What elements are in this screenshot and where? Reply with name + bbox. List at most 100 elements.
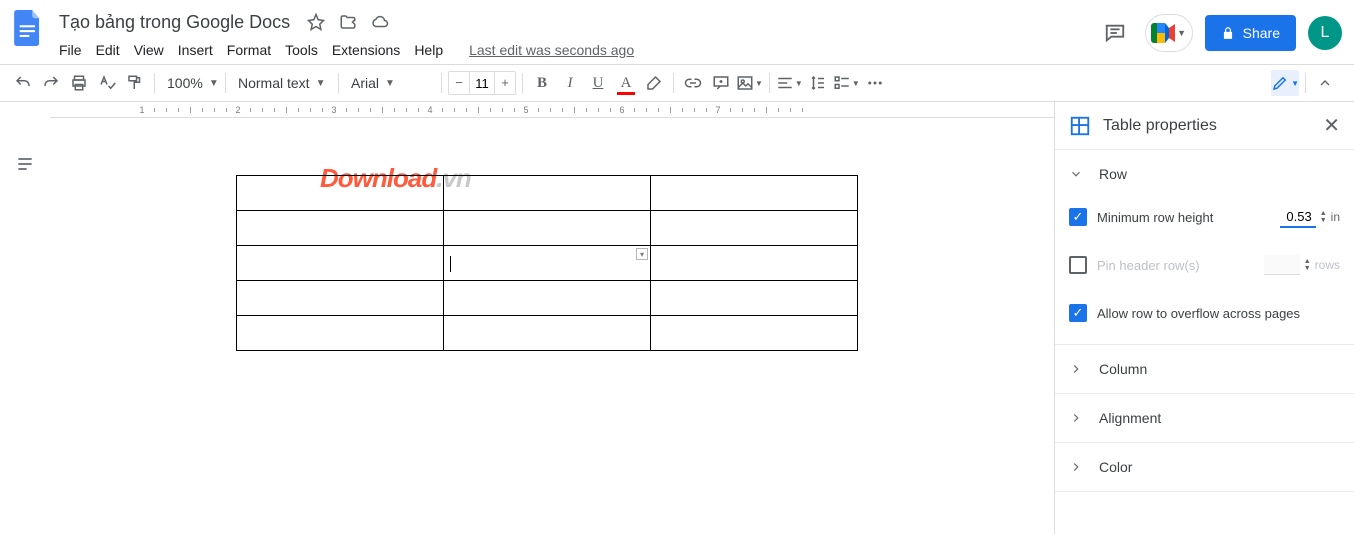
row-pin-header: Pin header row(s) ▲▼ rows bbox=[1069, 250, 1340, 280]
section-alignment-header[interactable]: Alignment bbox=[1055, 394, 1354, 442]
add-comment-icon[interactable] bbox=[708, 70, 734, 96]
share-button[interactable]: Share bbox=[1205, 15, 1296, 51]
redo-icon[interactable] bbox=[38, 70, 64, 96]
table-row[interactable] bbox=[237, 211, 858, 246]
text-color-icon[interactable]: A bbox=[613, 70, 639, 96]
more-icon[interactable] bbox=[862, 70, 888, 96]
font-size-group: − + bbox=[448, 71, 516, 95]
table-row[interactable]: ▾ bbox=[237, 246, 858, 281]
docs-logo[interactable] bbox=[8, 8, 48, 48]
menu-view[interactable]: View bbox=[127, 38, 171, 62]
section-color: Color bbox=[1055, 443, 1354, 492]
chevron-right-icon bbox=[1069, 411, 1087, 425]
paragraph-style-dropdown[interactable]: Normal text▼ bbox=[232, 70, 332, 96]
chevron-right-icon bbox=[1069, 460, 1087, 474]
menu-insert[interactable]: Insert bbox=[171, 38, 220, 62]
section-column-header[interactable]: Column bbox=[1055, 345, 1354, 393]
stepper-icon[interactable]: ▲▼ bbox=[1320, 210, 1327, 224]
toolbar: 100%▼ Normal text▼ Arial▼ − + B I U A ▼ … bbox=[0, 64, 1354, 102]
font-size-input[interactable] bbox=[469, 72, 495, 94]
section-row: Row Minimum row height ▲▼ in Pin header … bbox=[1055, 150, 1354, 345]
title-icons bbox=[305, 11, 391, 33]
section-alignment: Alignment bbox=[1055, 394, 1354, 443]
separator bbox=[154, 73, 155, 93]
section-color-header[interactable]: Color bbox=[1055, 443, 1354, 491]
pin-header-input bbox=[1264, 255, 1300, 275]
table-row[interactable] bbox=[237, 281, 858, 316]
pin-header-checkbox[interactable] bbox=[1069, 256, 1087, 274]
active-cell[interactable]: ▾ bbox=[444, 246, 651, 281]
comments-icon[interactable] bbox=[1097, 15, 1133, 51]
cell-menu-icon[interactable]: ▾ bbox=[636, 248, 648, 260]
hide-menus-icon[interactable] bbox=[1312, 70, 1338, 96]
cloud-icon[interactable] bbox=[369, 11, 391, 33]
outline-icon[interactable] bbox=[9, 148, 41, 180]
header-right: ▼ Share L bbox=[1097, 14, 1346, 52]
section-row-header[interactable]: Row bbox=[1055, 150, 1354, 198]
style-value: Normal text bbox=[238, 75, 310, 91]
title-row: Tạo bảng trong Google Docs bbox=[52, 8, 1097, 36]
undo-icon[interactable] bbox=[10, 70, 36, 96]
chevron-right-icon bbox=[1069, 362, 1087, 376]
main-area: 1234567 Download.vn ▾ Table properties ✕ bbox=[0, 102, 1354, 534]
avatar[interactable]: L bbox=[1308, 16, 1342, 50]
paint-format-icon[interactable] bbox=[122, 70, 148, 96]
section-column: Column bbox=[1055, 345, 1354, 394]
close-icon[interactable]: ✕ bbox=[1323, 113, 1340, 138]
insert-link-icon[interactable] bbox=[680, 70, 706, 96]
min-row-height-input[interactable] bbox=[1280, 207, 1316, 228]
font-value: Arial bbox=[351, 75, 379, 91]
italic-icon[interactable]: I bbox=[557, 70, 583, 96]
table-row[interactable] bbox=[237, 176, 858, 211]
page[interactable]: Download.vn ▾ bbox=[50, 118, 960, 534]
document-area[interactable]: 1234567 Download.vn ▾ bbox=[50, 102, 1054, 534]
line-spacing-icon[interactable] bbox=[805, 70, 831, 96]
section-color-label: Color bbox=[1099, 459, 1132, 475]
editing-mode-icon[interactable]: ▼ bbox=[1271, 70, 1299, 96]
section-column-label: Column bbox=[1099, 361, 1147, 377]
print-icon[interactable] bbox=[66, 70, 92, 96]
menubar: File Edit View Insert Format Tools Exten… bbox=[52, 36, 1097, 64]
panel-header: Table properties ✕ bbox=[1055, 102, 1354, 150]
document-title[interactable]: Tạo bảng trong Google Docs bbox=[52, 11, 297, 34]
share-label: Share bbox=[1243, 25, 1280, 41]
min-row-height-input-group: ▲▼ in bbox=[1280, 207, 1340, 228]
menu-help[interactable]: Help bbox=[407, 38, 450, 62]
titlebar: Tạo bảng trong Google Docs File Edit Vie… bbox=[0, 0, 1354, 64]
zoom-dropdown[interactable]: 100%▼ bbox=[161, 70, 219, 96]
align-icon[interactable]: ▼ bbox=[776, 70, 803, 96]
pin-header-label: Pin header row(s) bbox=[1097, 258, 1254, 273]
font-dropdown[interactable]: Arial▼ bbox=[345, 70, 435, 96]
decrease-font-icon[interactable]: − bbox=[449, 72, 469, 94]
menu-format[interactable]: Format bbox=[220, 38, 278, 62]
zoom-value: 100% bbox=[167, 75, 203, 91]
highlight-icon[interactable] bbox=[641, 70, 667, 96]
menu-edit[interactable]: Edit bbox=[89, 38, 127, 62]
increase-font-icon[interactable]: + bbox=[495, 72, 515, 94]
panel-title: Table properties bbox=[1103, 117, 1311, 135]
star-icon[interactable] bbox=[305, 11, 327, 33]
move-icon[interactable] bbox=[337, 11, 359, 33]
insert-image-icon[interactable]: ▼ bbox=[736, 70, 763, 96]
section-row-label: Row bbox=[1099, 166, 1127, 182]
overflow-checkbox[interactable] bbox=[1069, 304, 1087, 322]
ruler[interactable]: 1234567 bbox=[50, 102, 1054, 118]
document-table[interactable]: ▾ bbox=[236, 175, 858, 351]
underline-icon[interactable]: U bbox=[585, 70, 611, 96]
unit-in: in bbox=[1331, 210, 1340, 224]
page-background: Download.vn ▾ bbox=[50, 118, 1054, 534]
menu-tools[interactable]: Tools bbox=[278, 38, 325, 62]
spellcheck-icon[interactable] bbox=[94, 70, 120, 96]
separator bbox=[441, 73, 442, 93]
bold-icon[interactable]: B bbox=[529, 70, 555, 96]
text-cursor bbox=[450, 256, 451, 272]
menu-file[interactable]: File bbox=[52, 38, 89, 62]
min-row-height-checkbox[interactable] bbox=[1069, 208, 1087, 226]
table-row[interactable] bbox=[237, 316, 858, 351]
menu-extensions[interactable]: Extensions bbox=[325, 38, 407, 62]
separator bbox=[225, 73, 226, 93]
checklist-icon[interactable]: ▼ bbox=[833, 70, 860, 96]
row-overflow: Allow row to overflow across pages bbox=[1069, 298, 1340, 328]
meet-button[interactable]: ▼ bbox=[1145, 14, 1193, 52]
last-edit-info[interactable]: Last edit was seconds ago bbox=[462, 38, 641, 62]
